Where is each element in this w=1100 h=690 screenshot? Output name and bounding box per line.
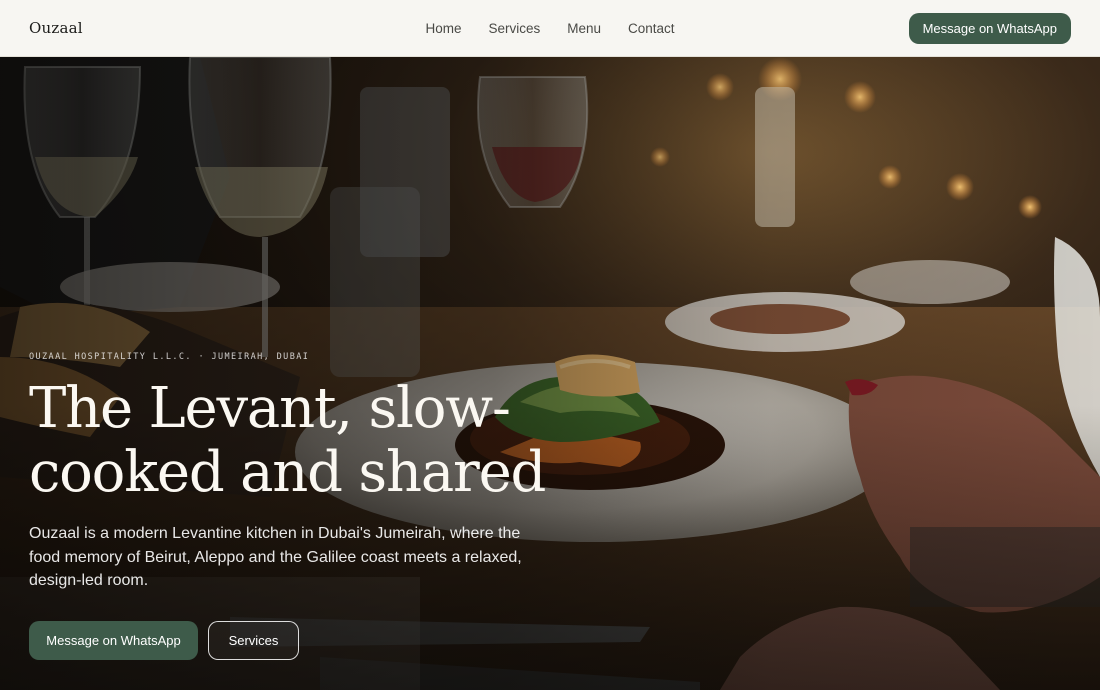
hero-headline-line-1: The Levant, slow- bbox=[29, 376, 511, 441]
main-nav: Home Services Menu Contact bbox=[425, 21, 674, 36]
hero-headline: The Levant, slow- cooked and shared bbox=[29, 377, 589, 505]
nav-link-menu[interactable]: Menu bbox=[567, 21, 601, 36]
hero-description: Ouzaal is a modern Levantine kitchen in … bbox=[29, 525, 522, 589]
hero-whatsapp-button[interactable]: Message on WhatsApp bbox=[29, 621, 198, 660]
site-header: Ouzaal Home Services Menu Contact Messag… bbox=[0, 0, 1100, 57]
hero-eyebrow: OUZAAL HOSPITALITY L.L.C. · JUMEIRAH, DU… bbox=[29, 352, 310, 362]
hero-cta-group: Message on WhatsApp Services bbox=[29, 621, 299, 660]
header-whatsapp-button[interactable]: Message on WhatsApp bbox=[908, 12, 1071, 44]
brand-logo[interactable]: Ouzaal bbox=[29, 19, 83, 37]
hero-headline-line-2: cooked and shared bbox=[29, 440, 546, 505]
nav-link-contact[interactable]: Contact bbox=[628, 21, 675, 36]
nav-link-home[interactable]: Home bbox=[425, 21, 461, 36]
nav-link-services[interactable]: Services bbox=[488, 21, 540, 36]
hero-services-button[interactable]: Services bbox=[208, 621, 299, 660]
hero-overlay bbox=[0, 57, 1100, 690]
hero-section: OUZAAL HOSPITALITY L.L.C. · JUMEIRAH, DU… bbox=[0, 57, 1100, 690]
